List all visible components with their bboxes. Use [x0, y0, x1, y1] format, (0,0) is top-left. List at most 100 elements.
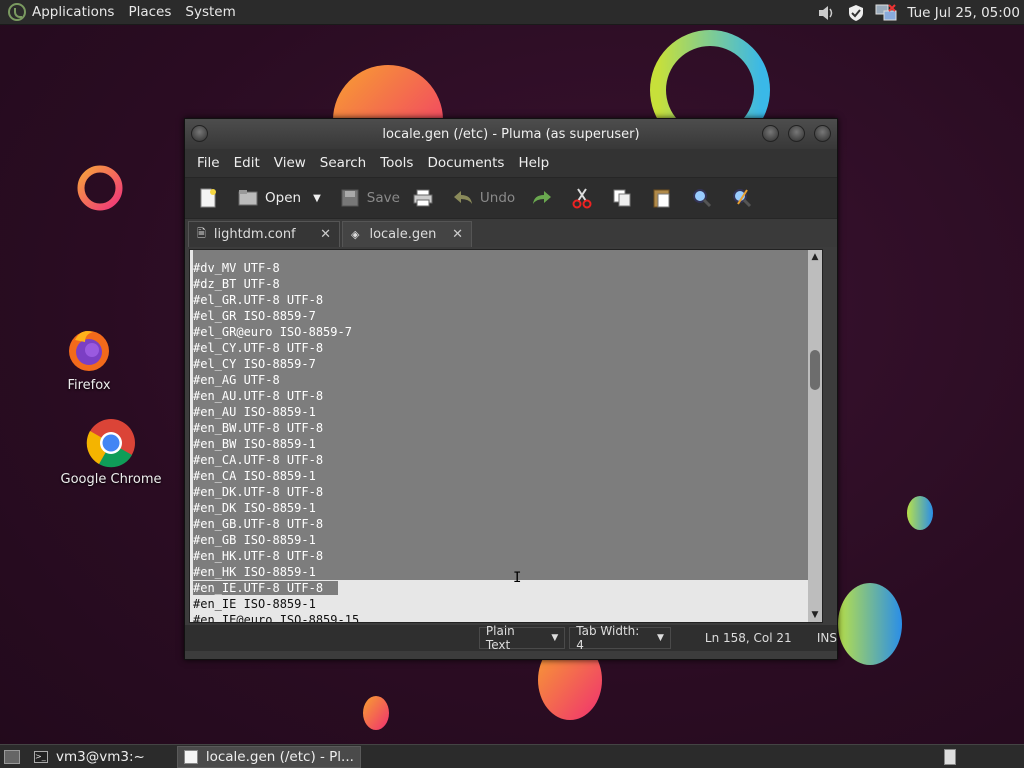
open-button[interactable]: Open ▼ — [237, 187, 321, 209]
editor-line: #en_BW ISO-8859-1 — [193, 436, 822, 452]
menu-edit[interactable]: Edit — [234, 155, 260, 171]
editor-line: #en_AG UTF-8 — [193, 372, 822, 388]
tab-width-selector[interactable]: Tab Width: 4 ▼ — [569, 624, 671, 652]
open-folder-icon — [237, 187, 259, 209]
vertical-scrollbar[interactable]: ▲ ▼ — [808, 250, 822, 622]
scissors-icon — [571, 187, 593, 209]
maximize-button[interactable] — [788, 125, 805, 142]
pluma-window: locale.gen (/etc) - Pluma (as superuser)… — [184, 118, 838, 660]
workspace-switcher-icon[interactable] — [944, 749, 956, 765]
close-tab-icon[interactable]: ✕ — [320, 227, 331, 242]
menu-applications[interactable]: Applications — [32, 4, 114, 20]
top-panel: Applications Places System Tue Jul 25, 0… — [0, 0, 1024, 25]
shield-icon[interactable] — [845, 3, 867, 23]
editor-line: #en_CA ISO-8859-1 — [193, 468, 822, 484]
menu-places[interactable]: Places — [128, 4, 171, 20]
chevron-down-icon[interactable]: ▼ — [313, 193, 321, 204]
network-icon[interactable] — [875, 3, 897, 23]
close-button[interactable] — [814, 125, 831, 142]
document-icon: 🗎 — [197, 227, 206, 240]
editor-line: #en_CA.UTF-8 UTF-8 — [193, 452, 822, 468]
editor-line: #en_GB.UTF-8 UTF-8 — [193, 516, 822, 532]
copy-icon — [611, 187, 633, 209]
mate-logo-icon[interactable] — [8, 3, 26, 21]
desktop-icon-firefox[interactable]: Firefox — [58, 326, 120, 393]
save-button[interactable]: Save — [339, 187, 400, 209]
window-menu-button[interactable] — [191, 125, 208, 142]
document-tabs: 🗎 lightdm.conf ✕ ◈ locale.gen ✕ — [185, 219, 837, 247]
insert-mode: INS — [816, 631, 837, 645]
editor-lines[interactable]: #dv_MV UTF-8 #dz_BT UTF-8 #el_GR.UTF-8 UTF… — [193, 250, 822, 623]
menu-bar: File Edit View Search Tools Documents He… — [185, 149, 837, 177]
tab-lightdm-conf[interactable]: 🗎 lightdm.conf ✕ — [188, 221, 340, 247]
undo-label: Undo — [479, 190, 516, 206]
editor-line-partial — [193, 250, 822, 260]
redo-button[interactable] — [531, 187, 559, 209]
editor-line: #en_GB ISO-8859-1 — [193, 532, 822, 548]
new-button[interactable] — [197, 187, 225, 209]
window-titlebar[interactable]: locale.gen (/etc) - Pluma (as superuser) — [185, 119, 837, 149]
editor-line: #dv_MV UTF-8 — [193, 260, 822, 276]
editor-line: #dz_BT UTF-8 — [193, 276, 822, 292]
replace-button[interactable] — [731, 187, 759, 209]
text-editor[interactable]: #dv_MV UTF-8 #dz_BT UTF-8 #el_GR.UTF-8 UTF… — [189, 249, 823, 623]
paste-icon — [651, 187, 673, 209]
menu-search[interactable]: Search — [320, 155, 366, 171]
new-document-icon — [197, 187, 219, 209]
language-selector[interactable]: Plain Text ▼ — [478, 624, 566, 652]
editor-line: #en_IE@euro ISO-8859-15 — [193, 613, 360, 623]
save-icon — [339, 187, 361, 209]
taskbar-pluma[interactable]: locale.gen (/etc) - Pl... — [176, 745, 361, 768]
menu-file[interactable]: File — [197, 155, 220, 171]
show-desktop-icon[interactable] — [4, 749, 20, 764]
chevron-down-icon: ▼ — [656, 633, 664, 643]
volume-icon[interactable] — [815, 3, 837, 23]
editor-line: #en_AU ISO-8859-1 — [193, 404, 822, 420]
editor-line: #en_IE.UTF-8 UTF-8 — [193, 580, 822, 596]
firefox-icon — [69, 331, 109, 371]
find-button[interactable] — [691, 187, 719, 209]
menu-system[interactable]: System — [185, 4, 235, 20]
editor-line: #el_GR.UTF-8 UTF-8 — [193, 292, 822, 308]
chevron-down-icon: ▼ — [551, 633, 559, 643]
text-editor-icon — [183, 749, 198, 764]
toolbar: Open ▼ Save Undo — [185, 177, 837, 219]
print-button[interactable] — [412, 187, 440, 209]
cursor-position: Ln 158, Col 21 — [704, 631, 792, 645]
save-label: Save — [366, 190, 400, 206]
status-bar: Plain Text ▼ Tab Width: 4 ▼ Ln 158, Col … — [185, 624, 837, 652]
redo-icon — [531, 187, 553, 209]
task-label: vm3@vm3:~ — [56, 748, 145, 765]
menu-tools[interactable]: Tools — [380, 155, 413, 171]
printer-icon — [412, 187, 434, 209]
language-label: Plain Text — [485, 624, 515, 652]
terminal-icon: >_ — [34, 750, 48, 763]
taskbar-terminal[interactable]: >_ vm3@vm3:~ — [28, 746, 151, 768]
editor-line: #en_DK.UTF-8 UTF-8 — [193, 484, 822, 500]
cut-button[interactable] — [571, 187, 599, 209]
minimize-button[interactable] — [762, 125, 779, 142]
chrome-icon — [86, 419, 135, 468]
task-label: locale.gen (/etc) - Pl... — [205, 748, 354, 765]
clock[interactable]: Tue Jul 25, 05:00 — [907, 5, 1020, 21]
tab-locale-gen[interactable]: ◈ locale.gen ✕ — [342, 221, 472, 247]
editor-line: #en_AU.UTF-8 UTF-8 — [193, 388, 822, 404]
menu-documents[interactable]: Documents — [427, 155, 504, 171]
close-tab-icon[interactable]: ✕ — [452, 227, 463, 242]
paste-button[interactable] — [651, 187, 679, 209]
copy-button[interactable] — [611, 187, 639, 209]
editor-line: #en_HK ISO-8859-1 — [193, 564, 822, 580]
desktop-icon-chrome[interactable]: Google Chrome — [58, 418, 164, 487]
bottom-panel: >_ vm3@vm3:~ locale.gen (/etc) - Pl... — [0, 744, 1024, 768]
editor-line: #el_GR@euro ISO-8859-7 — [193, 324, 822, 340]
undo-button[interactable]: Undo — [452, 187, 515, 209]
window-title: locale.gen (/etc) - Pluma (as superuser) — [382, 126, 640, 142]
menu-help[interactable]: Help — [518, 155, 549, 171]
undo-icon — [452, 187, 474, 209]
scroll-down-icon[interactable]: ▼ — [808, 608, 822, 622]
search-icon — [691, 187, 713, 209]
editor-line: #en_DK ISO-8859-1 — [193, 500, 822, 516]
scroll-up-icon[interactable]: ▲ — [808, 250, 822, 264]
scrollbar-thumb[interactable] — [810, 350, 820, 390]
menu-view[interactable]: View — [274, 155, 306, 171]
